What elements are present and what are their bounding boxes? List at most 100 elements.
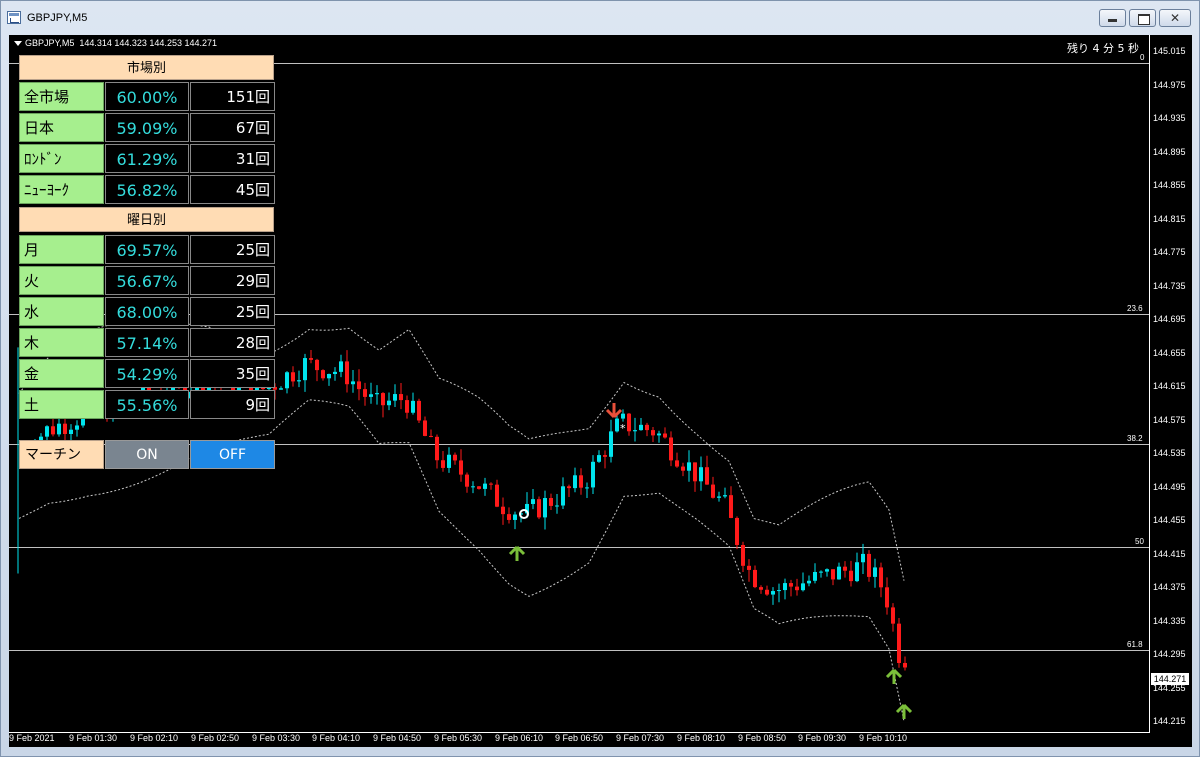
fibo-level-label: 61.8 <box>1127 639 1143 649</box>
candle-body <box>807 580 811 584</box>
current-price-label: 144.271 <box>1151 673 1189 685</box>
weekday-rate: 55.56% <box>105 390 189 419</box>
candle-timer: 残り 4 分 5 秒 <box>1067 42 1139 55</box>
candle-body <box>663 433 667 438</box>
candle-body <box>777 590 781 592</box>
candle-body <box>447 454 451 468</box>
price-tick: 144.775 <box>1153 247 1186 257</box>
weekday-label: 水 <box>19 297 104 326</box>
market-rate: 61.29% <box>105 144 189 173</box>
candle-body <box>903 662 907 668</box>
weekday-label: 金 <box>19 359 104 388</box>
price-tick: 144.575 <box>1153 414 1186 425</box>
candle-body <box>543 498 547 518</box>
market-row: 日本 59.09% 67回 <box>19 113 276 142</box>
candle-body <box>579 475 583 488</box>
weekday-count: 25回 <box>190 235 275 264</box>
price-tick: 144.695 <box>1153 314 1186 324</box>
martin-off-button[interactable]: OFF <box>190 440 275 469</box>
price-tick: 144.375 <box>1153 582 1186 592</box>
buy-arrow-icon <box>508 545 526 561</box>
time-tick: 9 Feb 05:30 <box>434 733 483 743</box>
window-title: GBPJPY,M5 <box>27 12 88 24</box>
weekday-count: 9回 <box>190 390 275 419</box>
chart-info-text: GBPJPY,M5 144.314 144.323 144.253 144.27… <box>25 38 217 48</box>
candle-body <box>291 372 295 382</box>
candle-body <box>459 460 463 475</box>
market-rate: 56.82% <box>105 175 189 204</box>
time-tick: 9 Feb 08:10 <box>677 733 726 743</box>
candle-body <box>729 495 733 518</box>
close-button[interactable]: ✕ <box>1159 9 1191 27</box>
candle-body <box>735 517 739 545</box>
candle-body <box>789 583 793 587</box>
market-label: 全市場 <box>19 82 104 111</box>
candle-body <box>363 389 367 397</box>
price-tick: 144.335 <box>1153 615 1186 626</box>
weekday-label: 土 <box>19 390 104 419</box>
weekday-label: 木 <box>19 328 104 357</box>
restore-button[interactable] <box>1129 9 1156 27</box>
candle-body <box>717 496 721 498</box>
candle-body <box>75 425 79 430</box>
candle-body <box>441 460 445 468</box>
weekday-count: 35回 <box>190 359 275 388</box>
market-row: 全市場 60.00% 151回 <box>19 82 276 111</box>
fibo-level-label: 50 <box>1135 536 1144 546</box>
time-tick: 9 Feb 02:10 <box>130 733 179 743</box>
candle-body <box>849 570 853 582</box>
candle-body <box>507 514 511 520</box>
weekday-header: 曜日別 <box>19 207 274 232</box>
candle-body <box>861 553 865 563</box>
candle-body <box>471 486 475 488</box>
time-tick: 9 Feb 09:30 <box>798 733 847 743</box>
candle-body <box>873 567 877 577</box>
candle-body <box>465 474 469 487</box>
minimize-button[interactable] <box>1099 9 1126 27</box>
price-tick: 144.615 <box>1153 381 1186 391</box>
price-tick: 144.975 <box>1153 79 1186 90</box>
weekday-row: 水 68.00% 25回 <box>19 297 276 326</box>
candle-body <box>657 433 661 436</box>
price-tick: 144.495 <box>1153 481 1186 492</box>
candle-body <box>393 394 397 401</box>
candle-body <box>813 571 817 581</box>
weekday-label: 月 <box>19 235 104 264</box>
candle-body <box>375 393 379 395</box>
candle-body <box>837 566 841 580</box>
weekday-count: 28回 <box>190 328 275 357</box>
fibo-level-label: 0 <box>1140 52 1145 62</box>
candle-body <box>351 381 355 385</box>
candle-body <box>315 359 319 371</box>
price-tick: 144.935 <box>1153 113 1186 123</box>
chart-window-icon <box>7 11 21 24</box>
candle-body <box>759 587 763 590</box>
weekday-rate: 69.57% <box>105 235 189 264</box>
weekday-label: 火 <box>19 266 104 295</box>
candle-body <box>897 623 901 663</box>
candle-body <box>669 437 673 461</box>
candle-body <box>573 475 577 489</box>
candle-body <box>405 400 409 413</box>
candle-body <box>423 420 427 436</box>
candle-body <box>303 358 307 381</box>
title-bar[interactable]: GBPJPY,M5 ✕ <box>1 1 1199 33</box>
fibo-level-label: 38.2 <box>1127 433 1143 443</box>
candle-body <box>483 483 487 489</box>
price-chart[interactable]: * GBPJPY,M5 144.314 144.323 144.253 144.… <box>9 35 1192 747</box>
price-tick: 144.655 <box>1153 347 1186 358</box>
candle-body <box>771 591 775 595</box>
candle-body <box>399 394 403 401</box>
candle-body <box>687 462 691 471</box>
candle-body <box>591 461 595 488</box>
candle-body <box>411 400 415 413</box>
candle-body <box>681 466 685 471</box>
time-tick: 9 Feb 06:50 <box>555 733 604 743</box>
martin-on-button[interactable]: ON <box>105 440 189 469</box>
candle-body <box>381 393 385 406</box>
candle-body <box>627 413 631 432</box>
candle-body <box>819 571 823 573</box>
buy-arrow-icon <box>885 668 903 684</box>
martin-label: マーチン <box>19 440 104 469</box>
weekday-row: 火 56.67% 29回 <box>19 266 276 295</box>
